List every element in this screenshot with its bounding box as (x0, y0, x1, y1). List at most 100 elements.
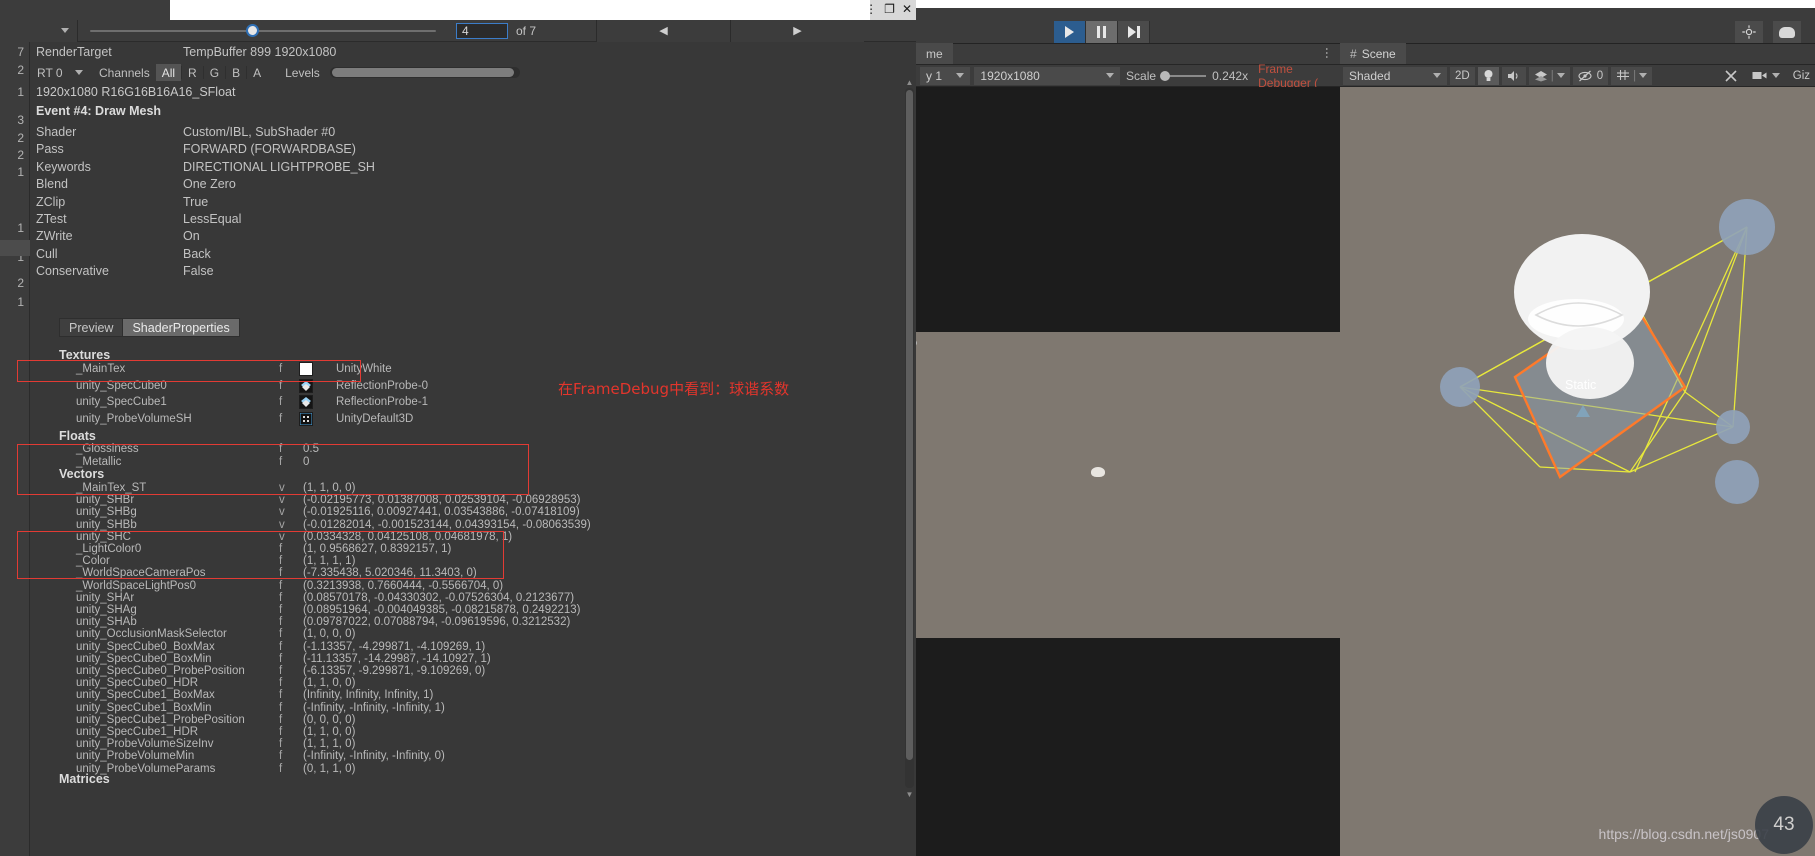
titlebar-mid-fill (170, 0, 870, 20)
property-tabs: Preview ShaderProperties (59, 318, 240, 337)
chevron-down-icon (1639, 73, 1648, 78)
maximize-icon[interactable]: ❐ (884, 2, 895, 16)
shader-property-type: f (279, 543, 283, 555)
account-button[interactable] (1735, 21, 1763, 43)
channel-r-button[interactable]: R (182, 64, 203, 81)
channel-b-button[interactable]: B (226, 64, 246, 81)
game-view-canvas[interactable] (916, 87, 1340, 856)
channel-all-button[interactable]: All (155, 64, 182, 81)
shader-property-name: unity_ProbeVolumeSizeInv (76, 738, 214, 751)
event-state-row: Conservative False (31, 261, 916, 281)
channel-g-button[interactable]: G (204, 64, 225, 81)
play-controls (1054, 21, 1150, 43)
scale-slider[interactable] (1160, 70, 1207, 81)
tab-scene[interactable]: # Scene (1340, 43, 1406, 64)
event-tree-index[interactable]: 2 (17, 64, 24, 76)
event-scope-dropdown[interactable] (0, 19, 78, 42)
cloud-button[interactable] (1773, 21, 1801, 43)
event-state-value: DIRECTIONAL LIGHTPROBE_SH (183, 159, 375, 174)
chevron-down-icon (1771, 73, 1780, 78)
event-tree-index[interactable]: 1 (17, 86, 24, 98)
event-slider-wrap[interactable] (78, 20, 448, 42)
scene-tools-button[interactable] (1719, 67, 1744, 85)
prev-event-button[interactable]: ◀ (596, 19, 730, 42)
event-slider-knob[interactable] (245, 23, 259, 37)
event-tree-rail[interactable]: 72132211121 (0, 42, 30, 856)
scene-fx-button[interactable]: | (1528, 66, 1570, 85)
event-tree-index[interactable]: 1 (17, 296, 24, 308)
section-floats-title: Floats (59, 429, 96, 443)
pause-button[interactable] (1086, 21, 1118, 43)
display-dropdown[interactable]: y 1 (920, 66, 971, 85)
event-tree-index[interactable]: 2 (17, 149, 24, 161)
panel-menu-icon[interactable]: ⋯ (1320, 47, 1334, 59)
tab-game[interactable]: me (916, 43, 953, 64)
gizmo-label: 43 (1773, 814, 1795, 835)
scene-camera-button[interactable] (1747, 67, 1785, 85)
shader-property-value: (-0.01282014, -0.001523144, 0.04393154, … (303, 518, 591, 531)
texture-thumbnail[interactable] (299, 395, 313, 410)
event-index-input[interactable]: 4 (456, 22, 508, 39)
scene-audio-button[interactable] (1501, 66, 1526, 85)
static-label: Static (1565, 378, 1597, 392)
render-target-label: RenderTarget (36, 45, 112, 59)
game-view-panel: me ⋯ y 1 1920x1080 Scale 0.242x Frame De… (911, 43, 1340, 856)
texture-thumbnail[interactable] (299, 378, 313, 393)
event-state-value: One Zero (183, 177, 236, 192)
scroll-up-arrow[interactable]: ▲ (905, 78, 914, 88)
event-tree-index[interactable]: 3 (17, 114, 24, 126)
resolution-dropdown[interactable]: 1920x1080 (974, 66, 1121, 85)
shader-property-value: (1, 1, 0, 0) (303, 726, 356, 738)
tab-shader-properties-label: ShaderProperties (132, 320, 230, 335)
tab-shader-properties[interactable]: ShaderProperties (122, 318, 240, 337)
scene-view-canvas[interactable]: Static https://blog.csdn.net/js0907 43 (1340, 87, 1815, 856)
scene-lighting-button[interactable] (1477, 66, 1499, 85)
play-button[interactable] (1054, 21, 1086, 43)
shader-property-type: f (279, 689, 283, 702)
shader-property-type: f (279, 665, 283, 677)
levels-label-text: Levels (285, 65, 320, 80)
shader-property-value: (0.08951964, -0.004049385, -0.08215878, … (303, 604, 581, 616)
texture-thumbnail[interactable] (299, 362, 313, 376)
event-state-key: ZWrite (36, 229, 73, 244)
event-state-key: Shader (36, 125, 77, 139)
detail-scrollbar[interactable] (905, 88, 914, 788)
rt-selector-dropdown[interactable]: RT 0 (31, 64, 93, 81)
event-state-key: Cull (36, 246, 58, 261)
detail-scrollbar-thumb[interactable] (906, 90, 913, 760)
channel-a-button[interactable]: A (247, 64, 267, 81)
event-tree-selected-row[interactable] (0, 240, 30, 256)
shader-property-type: v (279, 518, 285, 531)
scale-control[interactable]: Scale 0.242x (1120, 67, 1254, 85)
shader-property-type: f (279, 677, 283, 690)
window-menu-icon[interactable]: ⋮ (865, 2, 877, 16)
window-titlebar[interactable]: ⋮ ❐ ✕ (0, 0, 916, 20)
levels-slider[interactable] (329, 67, 520, 78)
step-button[interactable] (1118, 21, 1150, 43)
event-tree-index[interactable]: 2 (17, 132, 24, 144)
next-event-button[interactable]: ▶ (730, 19, 864, 42)
toggle-2d-button[interactable]: 2D (1450, 66, 1475, 85)
event-slider-track[interactable] (90, 23, 436, 37)
titlebar-left-fill (0, 0, 170, 20)
texture-thumbnail[interactable] (299, 411, 313, 426)
scale-slider-knob[interactable] (1160, 70, 1171, 81)
frame-nav-bar: 4 of 7 ◀ ▶ (0, 19, 916, 42)
shader-property-value: ReflectionProbe-0 (336, 379, 429, 392)
scene-grid-button[interactable]: | (1611, 66, 1653, 85)
shader-property-type: v (279, 494, 285, 507)
shader-property-value: (0.0334328, 0.04125108, 0.04681978, 1) (303, 530, 513, 543)
event-tree-index[interactable]: 7 (17, 46, 24, 58)
tab-preview[interactable]: Preview (59, 318, 123, 337)
gizmos-button[interactable]: Giz (1788, 67, 1815, 85)
scroll-down-arrow[interactable]: ▼ (905, 790, 914, 800)
scene-view-toolbar: Shaded 2D | 0 | Giz (1340, 65, 1815, 87)
channel-b-label: B (232, 65, 241, 80)
scene-orientation-gizmo[interactable]: 43 (1755, 796, 1813, 854)
scene-visibility-button[interactable]: 0 (1572, 66, 1609, 85)
event-tree-index[interactable]: 1 (17, 222, 24, 234)
event-tree-index[interactable]: 1 (17, 166, 24, 178)
draw-mode-dropdown[interactable]: Shaded (1343, 66, 1447, 85)
event-tree-index[interactable]: 2 (17, 277, 24, 289)
close-icon[interactable]: ✕ (902, 2, 912, 16)
